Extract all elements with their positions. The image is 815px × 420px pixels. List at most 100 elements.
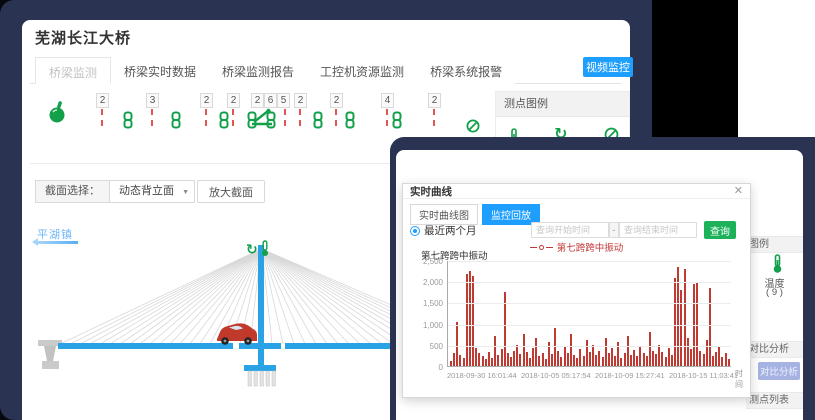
bar: [523, 334, 525, 366]
chain-link-icon[interactable]: [391, 111, 403, 134]
bar: [497, 355, 499, 366]
bar: [570, 334, 572, 366]
chain-link-icon[interactable]: [265, 111, 277, 134]
zoom-section-button[interactable]: 放大截面: [197, 180, 265, 203]
date-range-radio[interactable]: 最近两个月: [410, 223, 477, 238]
video-monitor-button[interactable]: 视频监控: [583, 57, 633, 77]
bar: [519, 354, 521, 366]
sidebar-point-list-header: 测点列表: [746, 392, 803, 409]
bar: [586, 340, 588, 366]
bar: [482, 356, 484, 366]
bar: [488, 352, 490, 366]
bar: [472, 276, 474, 366]
bar: [624, 353, 626, 366]
bar: [485, 359, 487, 366]
bar-series: [449, 261, 731, 366]
bar: [639, 347, 641, 366]
bar: [658, 345, 660, 366]
main-tab[interactable]: 桥梁监测: [35, 57, 111, 84]
sensor-count-badge: 2: [251, 93, 264, 108]
chain-link-icon[interactable]: [218, 111, 230, 134]
bar: [649, 332, 651, 366]
bar: [715, 352, 717, 366]
thermometer-icon[interactable]: [260, 240, 270, 262]
y-tick-label: 2,000: [405, 278, 443, 287]
chain-link-icon[interactable]: [122, 111, 134, 134]
x-tick-label: 2018-10-15 11:03:41: [669, 371, 738, 380]
y-tick-label: 0: [405, 363, 443, 372]
chain-link-icon[interactable]: [170, 111, 182, 134]
legend-label: 第七跨跨中振动: [557, 240, 624, 254]
rotate-arrow-icon[interactable]: ↻: [246, 241, 258, 258]
bar: [655, 354, 657, 366]
close-icon[interactable]: ✕: [734, 186, 743, 196]
red-dashed-line: [205, 109, 207, 126]
bar: [494, 336, 496, 366]
bar: [652, 351, 654, 366]
red-dashed-line: [232, 109, 234, 126]
start-time-input[interactable]: [531, 222, 609, 238]
y-tick-label: 1,500: [405, 299, 443, 308]
bar: [687, 338, 689, 366]
no-entry-icon[interactable]: [466, 119, 480, 138]
main-tab[interactable]: 桥梁实时数据: [111, 57, 209, 84]
bar: [507, 353, 509, 366]
bar: [605, 338, 607, 366]
bar: [450, 361, 452, 366]
sensor-count-badge: 5: [277, 93, 290, 108]
x-tick-label: 2018-10-09 15:27:41: [595, 371, 665, 380]
bar: [459, 355, 461, 366]
bar: [643, 353, 645, 366]
sensor-count-badge: 3: [146, 93, 159, 108]
bar: [611, 348, 613, 366]
sensor-count-badge: 2: [294, 93, 307, 108]
bar: [690, 349, 692, 366]
main-tab[interactable]: 桥梁系统报警: [417, 57, 515, 84]
bar: [636, 356, 638, 366]
bar: [579, 349, 581, 366]
sensor-count-badge: 4: [381, 93, 394, 108]
main-tab[interactable]: 工控机资源监测: [307, 57, 417, 84]
red-dashed-line: [284, 109, 286, 126]
red-dashed-line: [433, 109, 435, 126]
bar: [532, 348, 534, 366]
bar: [614, 356, 616, 367]
dialog-tab[interactable]: 实时曲线图: [410, 204, 478, 225]
sensor-count-badge: 2: [227, 93, 240, 108]
bar: [712, 356, 714, 367]
section-select-dropdown[interactable]: 动态背立面▼: [110, 180, 195, 203]
bar: [630, 355, 632, 366]
y-tick-label: 500: [405, 342, 443, 351]
bar: [545, 359, 547, 366]
chain-link-icon[interactable]: [344, 111, 356, 134]
query-button[interactable]: 查询: [704, 221, 736, 239]
sensor-count-badge: 2: [200, 93, 213, 108]
bar: [661, 352, 663, 366]
bar: [567, 353, 569, 366]
bar: [633, 350, 635, 366]
chain-link-icon[interactable]: [312, 111, 324, 134]
compare-analysis-button[interactable]: 对比分析: [758, 362, 800, 380]
sensor-count-badge: 6: [264, 93, 277, 108]
red-dashed-line: [335, 109, 337, 126]
bar: [466, 274, 468, 366]
bar: [718, 347, 720, 366]
bar: [538, 356, 540, 366]
bar: [456, 322, 458, 366]
y-tick-label: 2,500: [405, 257, 443, 266]
red-dashed-line: [386, 109, 388, 126]
bar: [595, 355, 597, 366]
bar: [680, 290, 682, 366]
bar: [665, 357, 667, 366]
screen: 芜湖长江大桥 桥梁监测桥梁实时数据桥梁监测报告工控机资源监测桥梁系统报警 视频监…: [0, 0, 815, 420]
divider: [30, 163, 390, 164]
section-select-label: 截面选择：: [35, 180, 110, 203]
main-tab[interactable]: 桥梁监测报告: [209, 57, 307, 84]
bar: [684, 269, 686, 366]
pendulum-icon[interactable]: [48, 100, 66, 129]
bar: [560, 357, 562, 366]
bar: [501, 349, 503, 366]
end-time-input[interactable]: [619, 222, 697, 238]
sensor-count-badge: 2: [428, 93, 441, 108]
bar: [535, 338, 537, 366]
